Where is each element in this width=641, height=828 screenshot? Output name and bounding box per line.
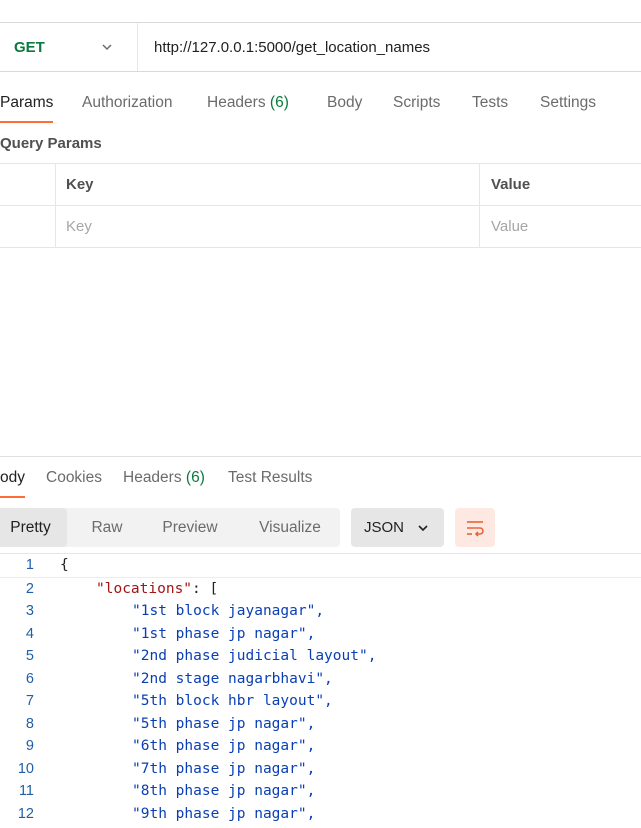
tab-label: ody: [0, 469, 25, 486]
tab-label: Headers: [123, 469, 182, 486]
wrap-lines-icon: [467, 521, 484, 537]
tab-label: Params: [0, 94, 54, 111]
line-number: 9: [25, 738, 34, 754]
tab-label: Headers: [207, 94, 266, 111]
table-row: Key Value: [0, 205, 641, 248]
url-input[interactable]: http://127.0.0.1:5000/get_location_names: [154, 39, 430, 56]
key-input[interactable]: Key: [56, 206, 480, 247]
line-number: 10: [17, 760, 34, 777]
headers-count: (6): [185, 469, 205, 486]
code-line: 9 "6th phase jp nagar",: [0, 735, 641, 758]
tab-settings[interactable]: Settings: [540, 93, 596, 121]
tab-label: Scripts: [393, 94, 441, 111]
tab-label: Test Results: [228, 469, 313, 486]
request-tabs: Params Authorization Headers (6) Body Sc…: [0, 93, 641, 123]
code-text: : [: [192, 580, 219, 597]
method-label: GET: [14, 38, 45, 56]
tab-scripts[interactable]: Scripts: [393, 93, 440, 121]
tab-body[interactable]: Body: [327, 93, 362, 121]
tab-label: Body: [327, 94, 363, 111]
json-key: "locations": [96, 580, 193, 597]
chevron-down-icon: [102, 44, 112, 51]
url-bar: GET http://127.0.0.1:5000/get_location_n…: [0, 22, 641, 72]
headers-count: (6): [269, 94, 289, 111]
code-line: 4 "1st phase jp nagar",: [0, 623, 641, 646]
tab-label: Tests: [472, 94, 509, 111]
chevron-down-icon: [418, 525, 428, 532]
line-number: 11: [18, 783, 34, 799]
view-mode-selector: Pretty Raw Preview Visualize: [0, 508, 340, 547]
line-number: 5: [25, 648, 34, 664]
code-text: "5th phase jp nagar",: [132, 715, 316, 732]
code-text: "9th phase jp nagar",: [132, 805, 316, 822]
format-select[interactable]: JSON: [351, 508, 444, 547]
value-input[interactable]: Value: [481, 206, 641, 247]
response-tabs: ody Cookies Headers (6) Test Results: [0, 468, 641, 498]
tab-label: Settings: [540, 94, 597, 111]
tab-tests[interactable]: Tests: [472, 93, 508, 121]
query-params-title: Query Params: [0, 135, 102, 152]
checkbox-column: [0, 164, 56, 205]
line-number: 6: [25, 670, 34, 687]
pane-divider[interactable]: [0, 456, 641, 457]
line-number: 2: [25, 580, 34, 597]
tab-test-results[interactable]: Test Results: [228, 468, 312, 496]
tab-params[interactable]: Params: [0, 93, 54, 123]
code-line: 2 "locations": [: [0, 578, 641, 601]
tab-cookies[interactable]: Cookies: [46, 468, 102, 496]
table-header-row: Key Value: [0, 163, 641, 205]
tab-label: Authorization: [82, 94, 173, 111]
code-text: "1st phase jp nagar",: [132, 625, 316, 642]
code-text: "1st block jayanagar",: [132, 603, 325, 619]
tab-label: Cookies: [46, 469, 102, 486]
pretty-button[interactable]: Pretty: [0, 508, 67, 547]
code-line: 8 "5th phase jp nagar",: [0, 713, 641, 736]
line-number: 3: [25, 603, 34, 619]
line-number: 12: [17, 805, 34, 822]
tab-headers[interactable]: Headers (6): [207, 93, 289, 121]
code-text: "7th phase jp nagar",: [132, 760, 316, 777]
params-table: Key Value Key Value: [0, 163, 641, 248]
code-text: "8th phase jp nagar",: [132, 783, 316, 799]
key-column-header: Key: [56, 164, 480, 205]
response-body-viewer[interactable]: 1 { 2 "locations": [ 3 "1st block jayana…: [0, 553, 641, 828]
value-column-header: Value: [491, 176, 531, 193]
tab-response-headers[interactable]: Headers (6): [123, 468, 205, 496]
code-line: 11 "8th phase jp nagar",: [0, 780, 641, 803]
code-line: 5 "2nd phase judicial layout",: [0, 645, 641, 668]
code-text: "5th block hbr layout",: [132, 693, 333, 709]
line-number: 7: [25, 693, 34, 709]
raw-button[interactable]: Raw: [82, 508, 132, 547]
tab-response-body[interactable]: ody: [0, 468, 25, 498]
code-line: 10 "7th phase jp nagar",: [0, 758, 641, 781]
code-line: 12 "9th phase jp nagar",: [0, 803, 641, 826]
line-number: 8: [25, 715, 34, 732]
code-text: "6th phase jp nagar",: [132, 738, 316, 754]
wrap-lines-button[interactable]: [455, 508, 495, 547]
visualize-button[interactable]: Visualize: [252, 508, 328, 547]
code-text: "2nd phase judicial layout",: [132, 648, 377, 664]
method-select[interactable]: GET: [0, 23, 138, 71]
format-label: JSON: [364, 519, 405, 536]
code-line: 1 {: [0, 554, 641, 578]
line-number: 1: [25, 557, 34, 573]
code-line: 7 "5th block hbr layout",: [0, 690, 641, 713]
preview-button[interactable]: Preview: [154, 508, 226, 547]
code-text: "2nd stage nagarbhavi",: [132, 670, 333, 687]
code-text: {: [60, 557, 69, 573]
code-line: 3 "1st block jayanagar",: [0, 600, 641, 623]
tab-authorization[interactable]: Authorization: [82, 93, 172, 121]
line-number: 4: [25, 625, 34, 642]
row-checkbox-cell: [0, 206, 56, 247]
code-line: 6 "2nd stage nagarbhavi",: [0, 668, 641, 691]
